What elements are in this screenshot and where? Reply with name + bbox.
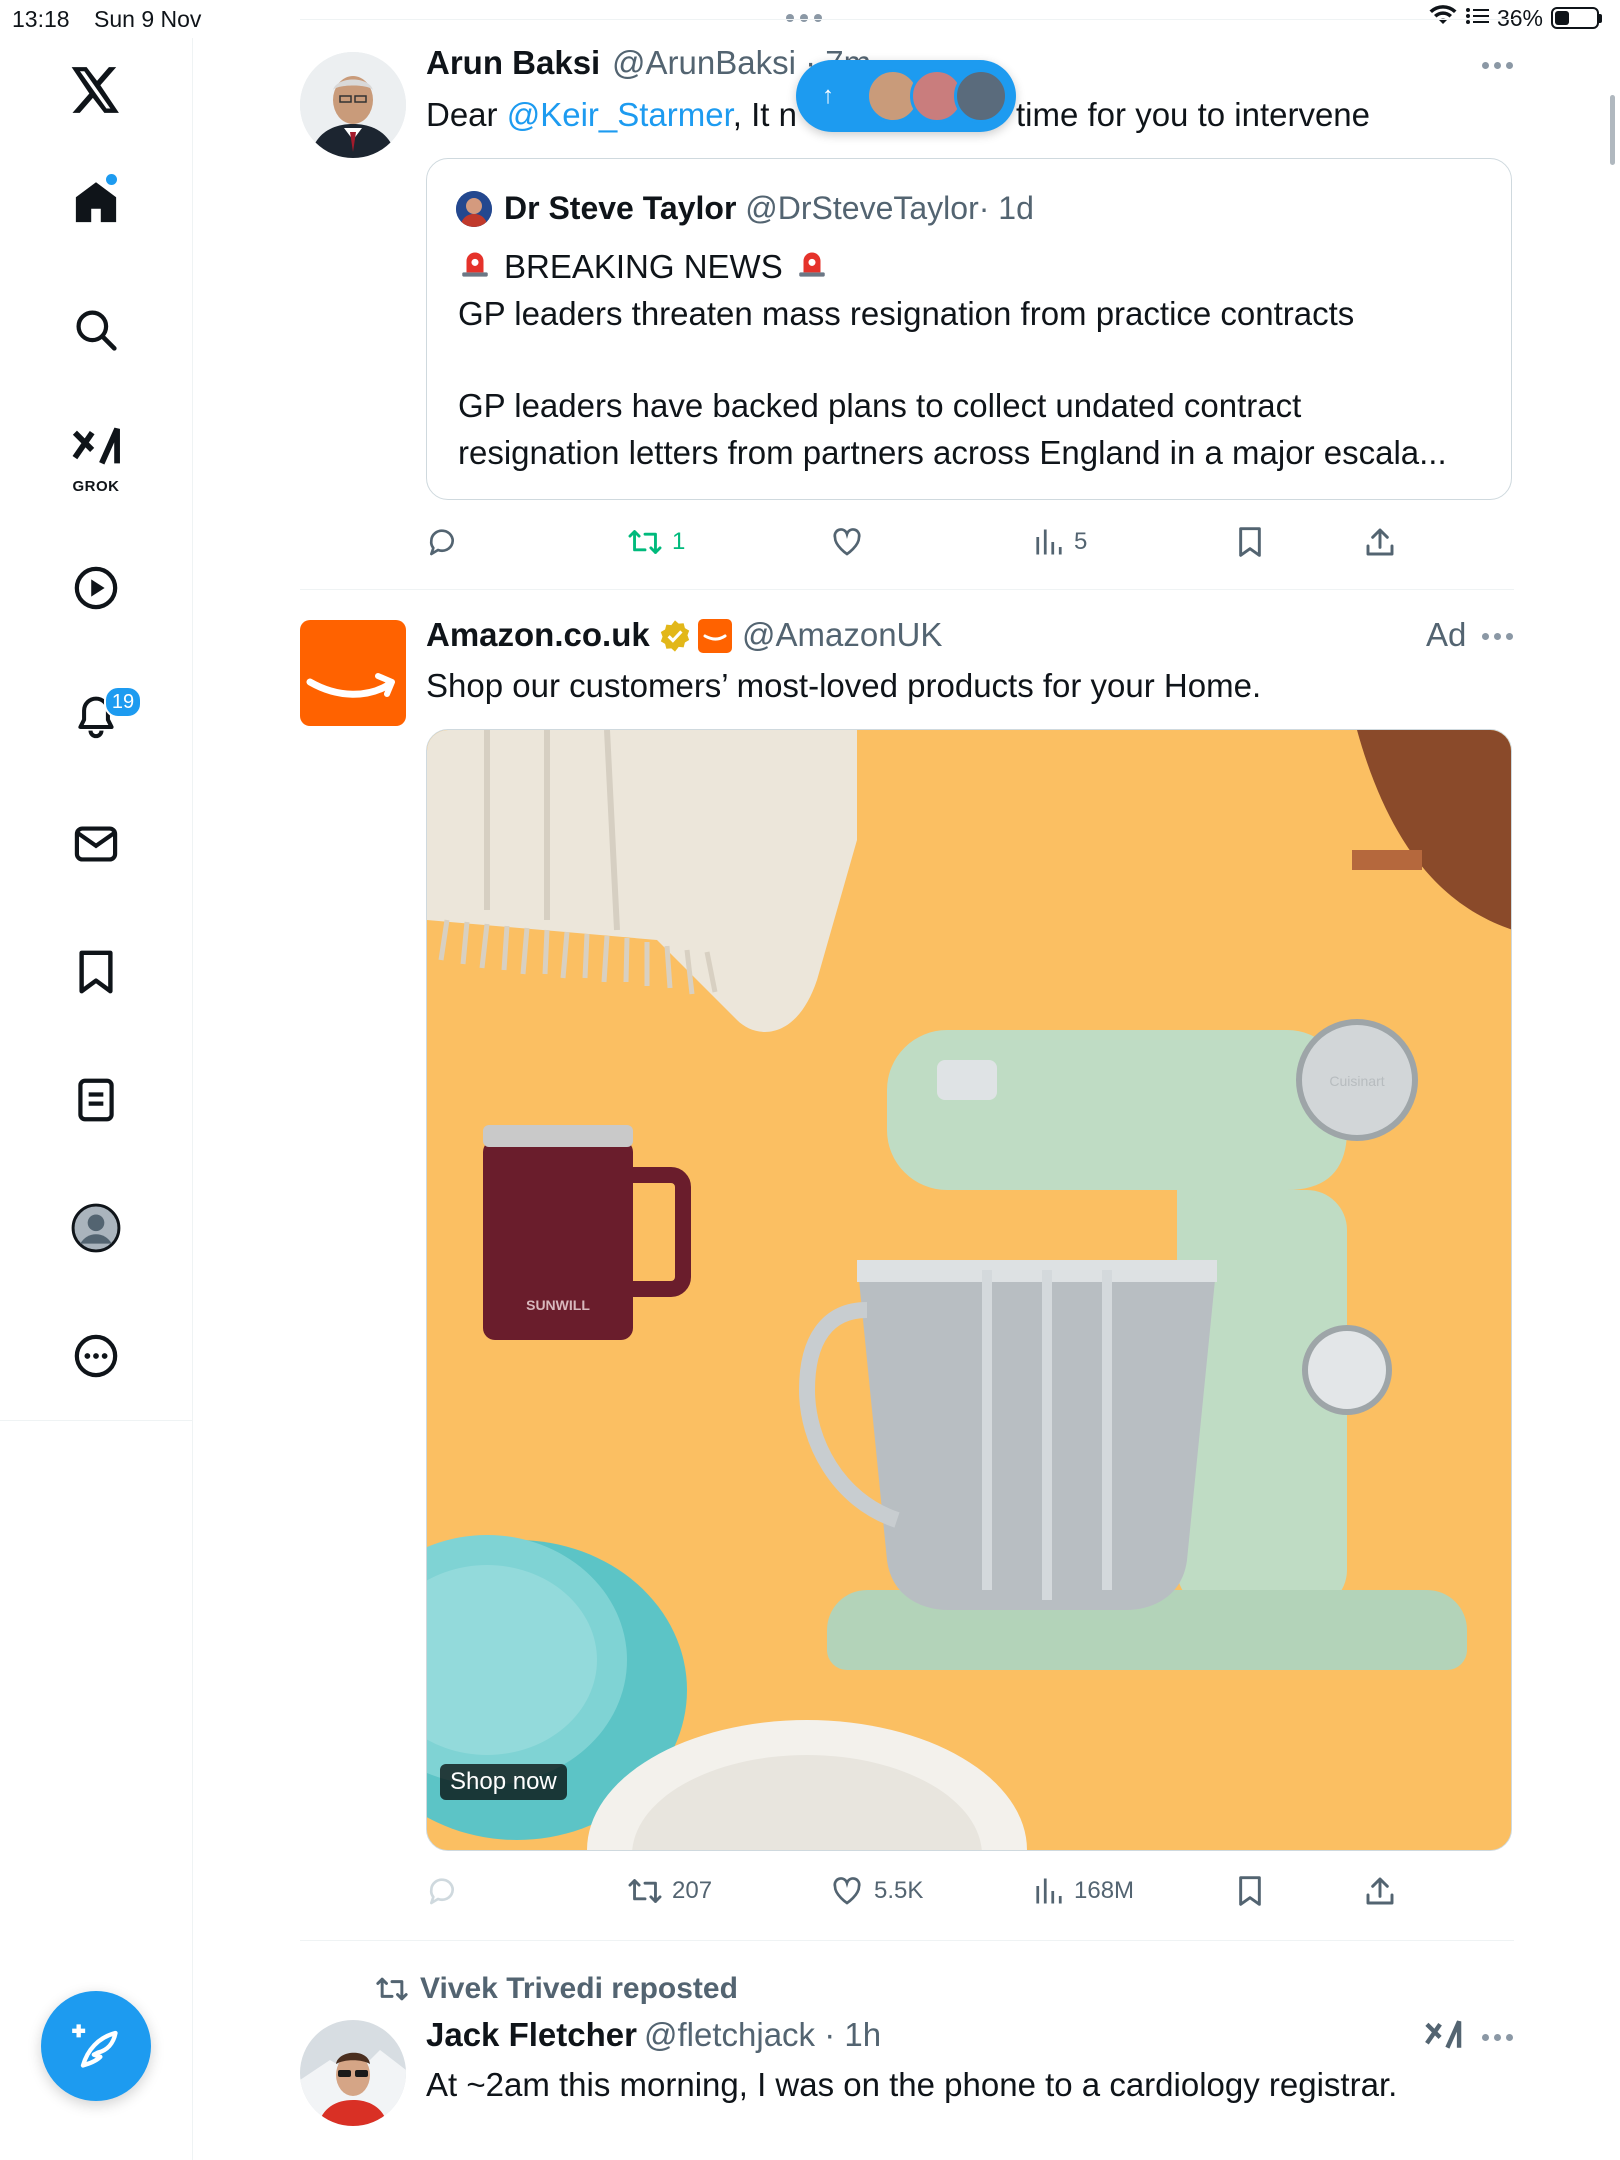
repost-icon — [376, 1977, 408, 2001]
share-button[interactable] — [1364, 522, 1396, 562]
reply-button[interactable] — [426, 522, 458, 562]
avatar — [954, 69, 1008, 123]
quote-line: GP leaders have backed plans to collect … — [458, 387, 1302, 424]
lists-icon[interactable] — [66, 1070, 126, 1130]
tweet-divider — [300, 589, 1514, 590]
quote-line: resignation letters from partners across… — [458, 434, 1447, 471]
quote-author[interactable]: Dr Steve Taylor @DrSteveTaylor· 1d — [504, 190, 1034, 227]
list-icon — [1465, 5, 1489, 32]
repost-icon — [628, 530, 662, 554]
multitasking-dots[interactable] — [786, 14, 822, 22]
author-handle[interactable]: @fletchjack · 1h — [644, 2016, 881, 2054]
share-icon — [1366, 528, 1394, 556]
amazon-affiliate-badge-icon — [698, 619, 732, 653]
tweet-text: Dear @Keir_Starmer, It n — [426, 96, 797, 133]
share-button[interactable] — [1364, 1871, 1396, 1911]
ad-label: Ad — [1426, 616, 1467, 653]
verified-gold-badge-icon — [658, 619, 692, 658]
shop-now-button[interactable]: Shop now — [440, 1764, 567, 1800]
heart-icon — [833, 528, 861, 556]
repost-button[interactable]: 207 — [628, 1871, 712, 1911]
heart-icon — [833, 1877, 861, 1905]
like-button[interactable]: 5.5K — [830, 1871, 923, 1911]
bookmark-icon — [1239, 527, 1261, 557]
grok-icon[interactable] — [1424, 2018, 1462, 2059]
sidebar-divider — [0, 1420, 192, 1421]
home-icon[interactable] — [66, 172, 126, 232]
views-button[interactable]: 168M — [1034, 1871, 1134, 1911]
search-icon[interactable] — [66, 300, 126, 360]
repost-button[interactable]: 1 — [628, 522, 685, 562]
ad-media-image[interactable]: SUNWILL Cuisinart — [426, 729, 1512, 1851]
top-divider — [300, 19, 1518, 20]
bookmark-icon — [1239, 1876, 1261, 1906]
bookmark-button[interactable] — [1236, 522, 1264, 562]
reply-button[interactable] — [426, 1871, 458, 1911]
grok-label: GROK — [72, 478, 120, 495]
repost-icon — [628, 1879, 662, 1903]
home-unread-dot — [106, 174, 117, 185]
mug-brand-text: SUNWILL — [526, 1297, 590, 1313]
avatar[interactable] — [456, 191, 492, 227]
more-options-icon[interactable] — [1482, 633, 1518, 643]
more-options-icon[interactable] — [1482, 2034, 1518, 2044]
author-name[interactable]: Amazon.co.uk — [426, 616, 650, 654]
compose-feather-icon — [72, 2024, 118, 2068]
status-date: Sun 9 Nov — [94, 6, 202, 32]
tweet-text-continued: time for you to intervene — [1016, 96, 1371, 133]
profile-icon[interactable] — [66, 1198, 126, 1258]
notifications-badge: 19 — [104, 686, 142, 718]
tweet-divider — [300, 1940, 1514, 1941]
repost-banner[interactable]: Vivek Trivedi reposted — [376, 1972, 738, 2006]
avatar[interactable] — [300, 52, 406, 158]
reply-icon — [429, 1878, 454, 1905]
views-chart-icon — [1036, 529, 1062, 555]
siren-icon — [458, 244, 492, 290]
siren-icon — [795, 244, 829, 290]
kitchen-products-illustration: SUNWILL Cuisinart — [427, 730, 1511, 1850]
scrollbar[interactable] — [1610, 95, 1615, 165]
author-name[interactable]: Arun Baksi — [426, 44, 600, 82]
share-icon — [1366, 1877, 1394, 1905]
views-chart-icon — [1036, 1878, 1062, 1904]
tweet-text: At ~2am this morning, I was on the phone… — [426, 2066, 1398, 2103]
mixer-brand-text: Cuisinart — [1329, 1073, 1384, 1089]
amazon-logo-avatar[interactable] — [300, 620, 406, 726]
arrow-up-icon: ↑ — [822, 82, 834, 109]
bookmarks-icon[interactable] — [66, 942, 126, 1002]
status-indicators: 36% — [1429, 4, 1602, 32]
mention-link[interactable]: @Keir_Starmer — [507, 96, 733, 133]
wifi-icon — [1429, 4, 1457, 32]
views-button[interactable]: 5 — [1034, 522, 1087, 562]
like-button[interactable] — [830, 522, 864, 562]
bookmark-button[interactable] — [1236, 1871, 1264, 1911]
tweet-text: Shop our customers’ most-loved products … — [426, 667, 1262, 704]
quote-line: GP leaders threaten mass resignation fro… — [458, 295, 1355, 332]
more-options-icon[interactable] — [66, 1326, 126, 1386]
amazon-smile-icon — [306, 673, 395, 698]
battery-icon — [1551, 7, 1602, 29]
grok-icon[interactable] — [66, 418, 126, 478]
x-logo-icon[interactable] — [66, 60, 126, 120]
messages-icon[interactable] — [66, 814, 126, 874]
avatar[interactable] — [300, 2020, 406, 2126]
status-time: 13:18 — [12, 6, 70, 32]
new-posts-pill[interactable]: ↑ — [796, 60, 1016, 132]
video-icon[interactable] — [66, 558, 126, 618]
quote-headline: BREAKING NEWS — [458, 244, 829, 290]
compose-post-button[interactable] — [41, 1991, 151, 2101]
more-options-icon[interactable] — [1482, 62, 1518, 72]
reply-icon — [429, 529, 454, 556]
author-name[interactable]: Jack Fletcher — [426, 2016, 637, 2054]
author-handle[interactable]: @AmazonUK — [742, 616, 942, 654]
battery-percentage: 36% — [1496, 4, 1543, 31]
